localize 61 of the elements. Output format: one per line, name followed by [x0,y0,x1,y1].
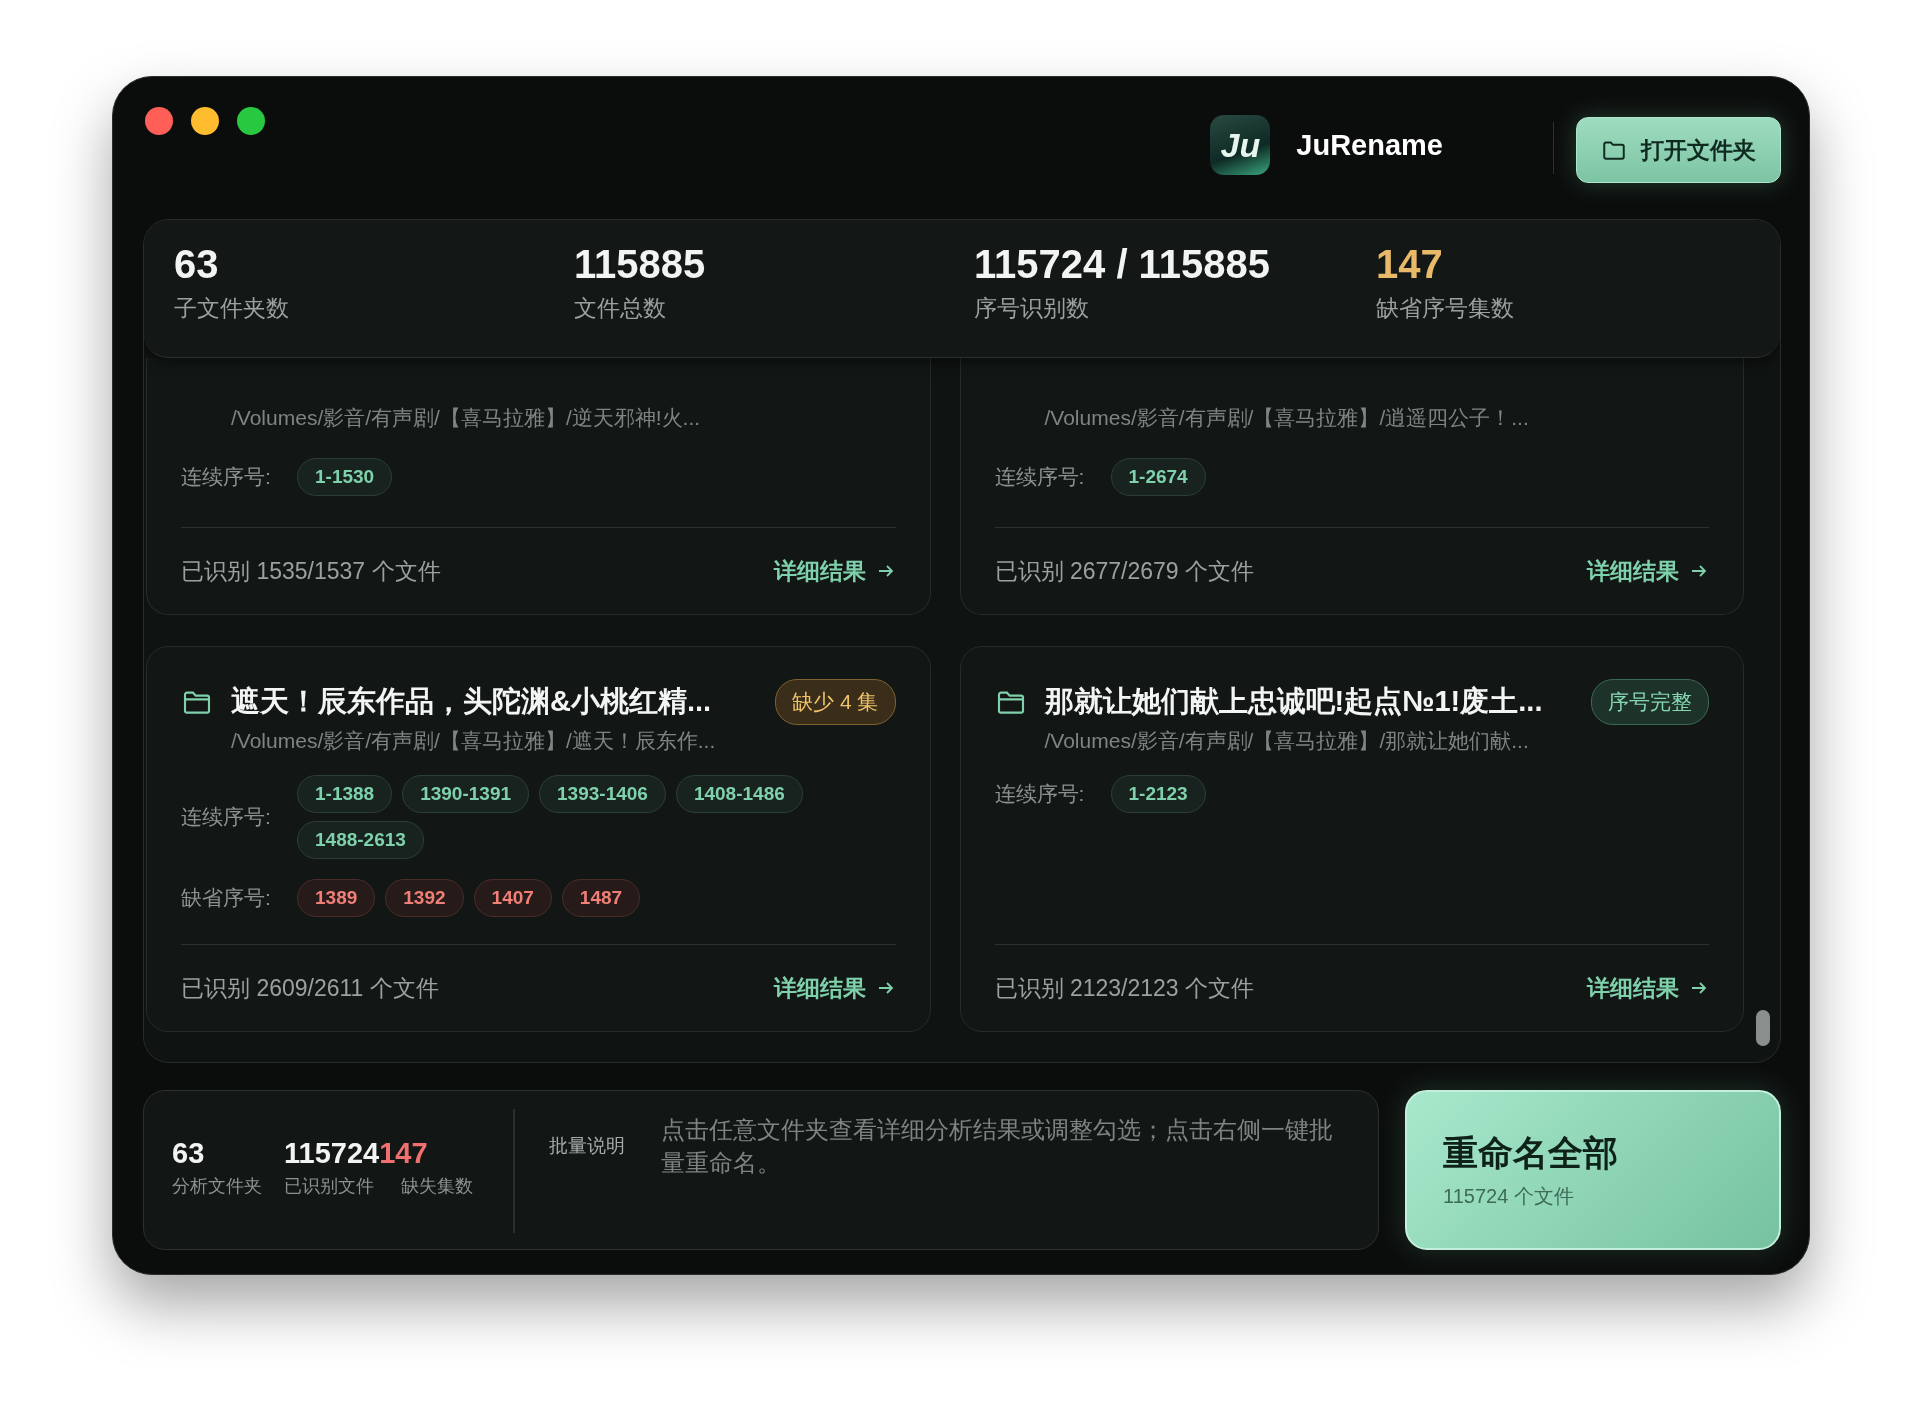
app-logo: Ju [1210,115,1271,175]
folder-path: /Volumes/影音/有声剧/【喜马拉雅】/遮天！辰东作... [231,728,717,754]
stat-value: 63 [174,242,220,287]
runs-label: 连续序号: [181,464,272,490]
folder-title: 遮天！辰东作品，头陀渊&小桃红精... [231,684,712,719]
recognized-count: 已识别 2677/2679 个文件 [994,556,1254,586]
range-tag: 1-1530 [297,458,393,496]
missing-tag: 1392 [385,879,464,917]
recognized-count: 已识别 1535/1537 个文件 [181,556,441,586]
missing-tag: 1407 [473,879,552,917]
note-text: 点击任意文件夹查看详细分析结果或调整勾选；点击右侧一键批量重命名。 [660,1115,1334,1178]
window-control[interactable] [191,107,219,135]
folder-card[interactable]: /Volumes/影音/有声剧/【喜马拉雅】/逆天邪神!火... 连续序号: 1-1530 已识别 1535/1537 个文件 详细结果 [146,358,931,615]
summary-value: 115724 [284,1137,380,1170]
folder-card[interactable]: 那就让她们献上忠诚吧!起点№1!废土... 序号完整 /Volumes/影音/有声剧/【喜马拉雅】/那就让她们献... 连续序号: 1-2123 已识别 2123/2123 个文件 详细结果 [959,646,1744,1032]
folder-card[interactable]: 遮天！辰东作品，头陀渊&小桃红精... 缺少 4 集 /Volumes/影音/有声剧/【喜马拉雅】/遮天！辰东作... 连续序号: 1-1388 1390-1391 1393-1406 1408-1486 1488-2613 缺省序号: 1389 1392 1407 1487 已识别 2609/2611 个文件 详细结果 [146,646,931,1032]
status-badge: 序号完整 [1591,679,1709,725]
detail-link[interactable]: 详细结果 [773,555,896,587]
window-control[interactable] [145,107,173,135]
range-tag: 1-1388 [297,775,393,813]
folder-path: /Volumes/影音/有声剧/【喜马拉雅】/逍遥四公子！... [1044,405,1530,431]
stat-label: 子文件夹数 [174,294,290,323]
stat-value: 115885 [574,242,707,287]
summary-label: 缺失集数 [400,1175,474,1198]
missing-tag: 1487 [561,879,641,917]
runs-label: 连续序号: [181,804,272,830]
summary-label: 分析文件夹 [172,1175,262,1198]
missing-tag: 1389 [297,879,376,917]
detail-link[interactable]: 详细结果 [1587,972,1709,1004]
detail-link[interactable]: 详细结果 [773,972,896,1004]
note-label: 批量说明 [548,1134,625,1158]
stat-label: 序号识别数 [974,294,1090,323]
range-tag: 1390-1391 [402,775,530,813]
detail-link[interactable]: 详细结果 [1587,555,1709,587]
recognized-count: 已识别 2123/2123 个文件 [994,973,1254,1003]
stat-label: 文件总数 [574,294,667,323]
recognized-count: 已识别 2609/2611 个文件 [181,973,439,1003]
app-name: JuRename [1296,128,1443,162]
range-tag: 1488-2613 [297,821,424,859]
folder-path: /Volumes/影音/有声剧/【喜马拉雅】/逆天邪神!火... [231,405,702,431]
range-tag: 1393-1406 [539,775,666,813]
folder-path: /Volumes/影音/有声剧/【喜马拉雅】/那就让她们献... [1044,728,1530,754]
stat-value: 147 [1376,242,1444,287]
summary-label: 已识别文件 [284,1175,375,1198]
range-tag: 1-2123 [1110,775,1206,813]
folder-title: 那就让她们献上忠诚吧!起点№1!废土... [1044,684,1543,719]
range-tag: 1408-1486 [675,775,803,813]
scrollbar-thumb[interactable] [1756,1010,1770,1046]
window-control[interactable] [237,107,265,135]
range-tag: 1-2674 [1110,458,1206,496]
rename-all-button[interactable]: 重命名全部 115724 个文件 [1405,1090,1781,1250]
folder-card[interactable]: /Volumes/影音/有声剧/【喜马拉雅】/逍遥四公子！... 连续序号: 1-2674 已识别 2677/2679 个文件 详细结果 [959,358,1744,615]
missing-label: 缺省序号: [181,885,272,911]
open-folder-button[interactable]: 打开文件夹 [1576,117,1781,183]
summary-value: 147 [379,1137,429,1170]
status-badge: 缺少 4 集 [775,679,896,725]
stat-value: 115724 / 115885 [974,242,1271,287]
runs-label: 连续序号: [994,781,1086,807]
runs-label: 连续序号: [994,464,1086,490]
summary-value: 63 [172,1137,206,1170]
stat-label: 缺省序号集数 [1376,294,1515,323]
